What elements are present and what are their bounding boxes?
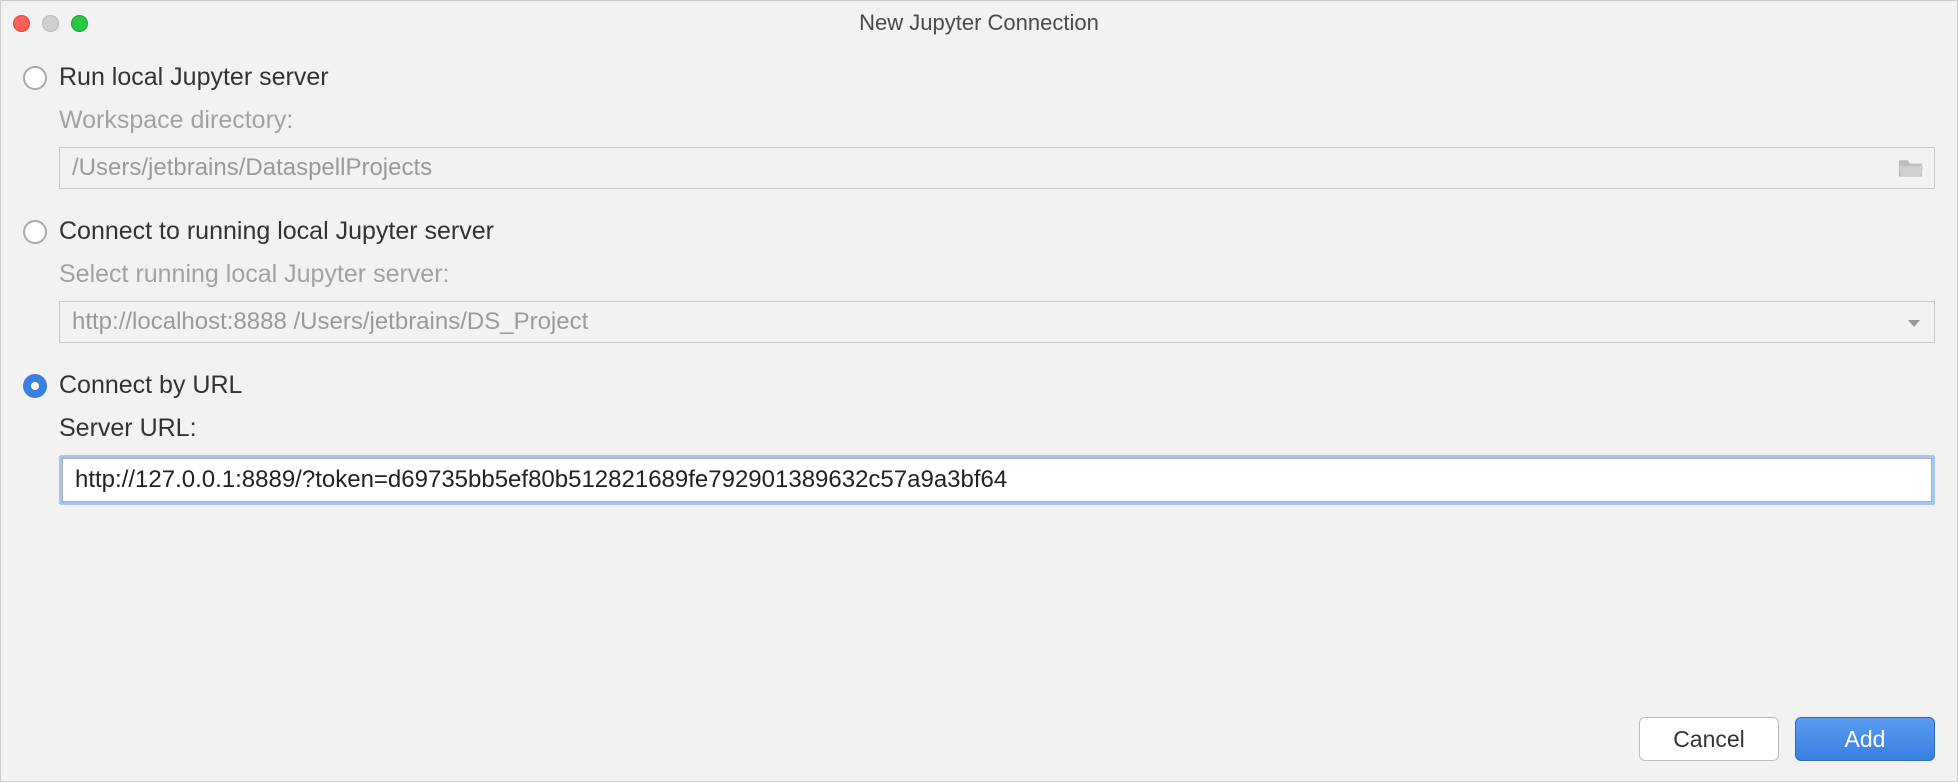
close-icon[interactable] bbox=[13, 15, 30, 32]
radio-connect-local-row[interactable]: Connect to running local Jupyter server bbox=[23, 217, 1935, 246]
window-controls bbox=[13, 15, 88, 32]
workspace-directory-field: /Users/jetbrains/DataspellProjects bbox=[59, 147, 1935, 189]
select-server-label: Select running local Jupyter server: bbox=[59, 260, 1935, 289]
dialog-footer: Cancel Add bbox=[1, 717, 1957, 781]
server-url-label: Server URL: bbox=[59, 414, 1935, 443]
radio-run-local-row[interactable]: Run local Jupyter server bbox=[23, 63, 1935, 92]
workspace-directory-label: Workspace directory: bbox=[59, 106, 1935, 135]
radio-run-local-label: Run local Jupyter server bbox=[59, 63, 329, 92]
cancel-button[interactable]: Cancel bbox=[1639, 717, 1779, 761]
add-button[interactable]: Add bbox=[1795, 717, 1935, 761]
option-connect-url: Connect by URL Server URL: bbox=[23, 371, 1935, 505]
new-jupyter-connection-dialog: New Jupyter Connection Run local Jupyter… bbox=[0, 0, 1958, 782]
chevron-down-icon bbox=[1907, 308, 1921, 336]
workspace-directory-field-wrap: /Users/jetbrains/DataspellProjects bbox=[59, 147, 1935, 189]
titlebar: New Jupyter Connection bbox=[1, 1, 1957, 45]
radio-run-local[interactable] bbox=[23, 66, 47, 90]
maximize-icon[interactable] bbox=[71, 15, 88, 32]
radio-connect-url-label: Connect by URL bbox=[59, 371, 242, 400]
option-connect-local: Connect to running local Jupyter server … bbox=[23, 217, 1935, 343]
select-server-field-wrap: http://localhost:8888 /Users/jetbrains/D… bbox=[59, 301, 1935, 343]
server-url-input[interactable] bbox=[62, 458, 1932, 502]
server-url-input-wrap bbox=[59, 455, 1935, 505]
dialog-content: Run local Jupyter server Workspace direc… bbox=[1, 45, 1957, 717]
select-server-dropdown: http://localhost:8888 /Users/jetbrains/D… bbox=[59, 301, 1935, 343]
radio-connect-url-row[interactable]: Connect by URL bbox=[23, 371, 1935, 400]
dialog-title: New Jupyter Connection bbox=[1, 10, 1957, 36]
radio-connect-url[interactable] bbox=[23, 374, 47, 398]
browse-folder-icon bbox=[1897, 157, 1925, 179]
radio-connect-local[interactable] bbox=[23, 220, 47, 244]
minimize-icon bbox=[42, 15, 59, 32]
radio-connect-local-label: Connect to running local Jupyter server bbox=[59, 217, 494, 246]
option-run-local: Run local Jupyter server Workspace direc… bbox=[23, 63, 1935, 189]
